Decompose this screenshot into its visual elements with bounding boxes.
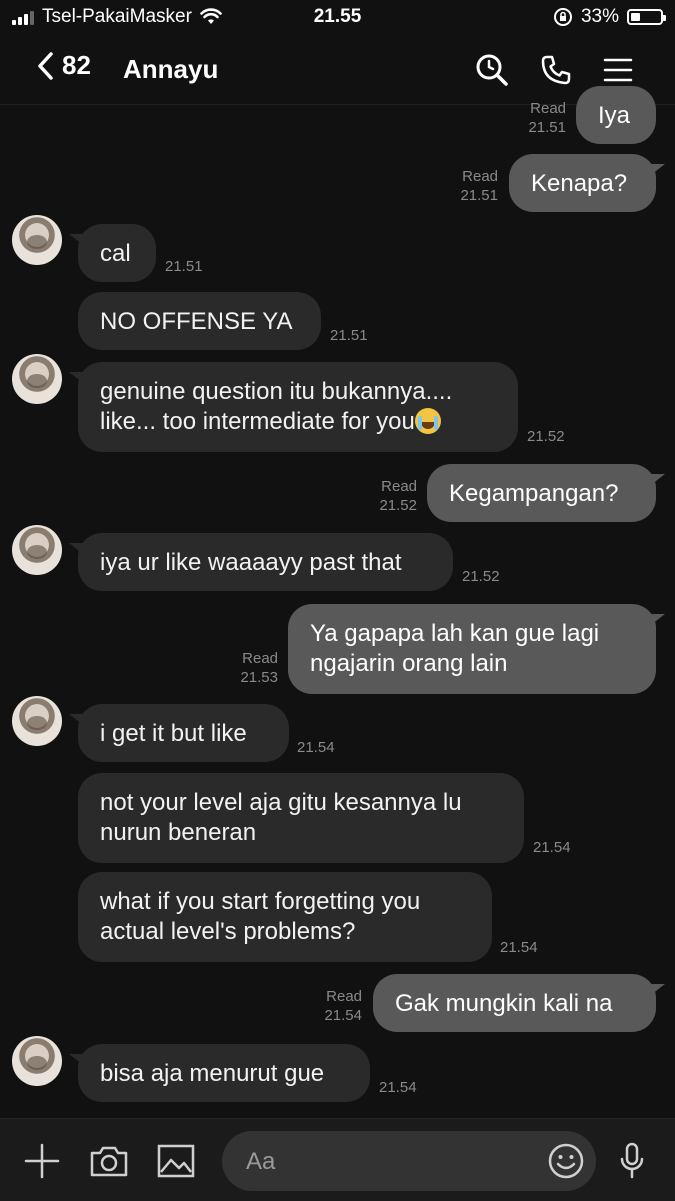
message-text: actual level's problems? (100, 918, 356, 945)
message-time: 21.54 (297, 739, 335, 756)
message-time: 21.53 (240, 669, 278, 686)
message-meta: Read 21.51 (514, 99, 566, 137)
outgoing-message[interactable]: Gak mungkin kali na (373, 974, 656, 1032)
message-time: 21.51 (165, 258, 203, 275)
smiley-icon (548, 1143, 584, 1179)
read-receipt: Read (530, 100, 566, 117)
incoming-message[interactable]: genuine question itu bukannya.... like..… (78, 362, 518, 452)
message-text: Iya (598, 102, 631, 129)
avatar[interactable] (12, 215, 62, 265)
call-button[interactable] (536, 50, 576, 90)
image-icon (157, 1144, 195, 1178)
message-time: 21.54 (379, 1079, 417, 1096)
message-text: iya ur like waaaayy past that (100, 549, 402, 576)
message-text: like... too intermediate for you (100, 408, 415, 435)
camera-icon (90, 1146, 128, 1177)
status-bar: Tsel-PakaiMasker 21.55 33% (0, 0, 675, 36)
camera-button[interactable] (87, 1139, 131, 1183)
outgoing-message[interactable]: Kenapa? (509, 154, 656, 212)
outgoing-message[interactable]: Kegampangan? (427, 464, 656, 522)
incoming-message[interactable]: NO OFFENSE YA (78, 292, 321, 350)
message-text: i get it but like (100, 720, 247, 747)
message-meta: Read 21.54 (310, 987, 362, 1025)
message-text: genuine question itu bukannya.... (100, 378, 453, 405)
message-time: 21.54 (500, 939, 538, 956)
message-input-wrapper (222, 1131, 596, 1191)
message-time: 21.52 (379, 497, 417, 514)
search-button[interactable] (472, 50, 512, 90)
gallery-button[interactable] (154, 1139, 198, 1183)
battery-percent: 33% (580, 6, 619, 27)
message-text: ngajarin orang lain (310, 650, 508, 677)
message-text: Kenapa? (531, 170, 628, 197)
message-time: 21.51 (460, 187, 498, 204)
message-time: 21.51 (528, 119, 566, 136)
message-text: Ya gapapa lah kan gue lagi (310, 620, 600, 647)
phone-icon (541, 55, 571, 85)
message-text: Gak mungkin kali na (395, 990, 613, 1017)
back-button[interactable]: 82 (36, 50, 91, 81)
plus-icon (24, 1143, 60, 1179)
incoming-message[interactable]: not your level aja gitu kesannya lu nuru… (78, 773, 524, 863)
avatar[interactable] (12, 696, 62, 746)
message-input[interactable] (244, 1143, 548, 1181)
message-text: Kegampangan? (449, 480, 619, 507)
message-time: 21.54 (533, 839, 571, 856)
message-time: 21.51 (330, 327, 368, 344)
loudly-crying-face-emoji (414, 408, 441, 434)
unread-count: 82 (62, 50, 91, 80)
chat-header: 82 Annayu (0, 36, 675, 105)
message-meta: Read 21.52 (365, 477, 417, 515)
read-receipt: Read (242, 650, 278, 667)
message-text: NO OFFENSE YA (100, 308, 293, 335)
avatar[interactable] (12, 354, 62, 404)
incoming-message[interactable]: i get it but like (78, 704, 289, 762)
chat-title: Annayu (123, 54, 219, 84)
message-text: what if you start forgetting you (100, 888, 421, 915)
battery-icon (627, 9, 666, 25)
status-right: 33% (553, 6, 666, 28)
emoji-button[interactable] (548, 1143, 584, 1179)
incoming-message[interactable]: bisa aja menurut gue (78, 1044, 370, 1102)
read-receipt: Read (462, 168, 498, 185)
message-text: nurun beneran (100, 819, 257, 846)
message-text: bisa aja menurut gue (100, 1060, 325, 1087)
message-time: 21.52 (527, 428, 565, 445)
microphone-icon (620, 1142, 644, 1179)
message-text: not your level aja gitu kesannya lu (100, 789, 462, 816)
incoming-message[interactable]: cal (78, 224, 156, 282)
chevron-left-icon (38, 51, 53, 80)
search-icon (476, 54, 508, 86)
message-text: cal (100, 240, 131, 267)
menu-icon (603, 58, 633, 82)
menu-button[interactable] (598, 50, 638, 90)
incoming-message[interactable]: iya ur like waaaayy past that (78, 533, 453, 591)
avatar[interactable] (12, 1036, 62, 1086)
message-meta: Read 21.51 (446, 167, 498, 205)
voice-button[interactable] (610, 1139, 654, 1183)
message-time: 21.52 (462, 568, 500, 585)
read-receipt: Read (381, 478, 417, 495)
read-receipt: Read (326, 988, 362, 1005)
add-button[interactable] (20, 1139, 64, 1183)
incoming-message[interactable]: what if you start forgetting you actual … (78, 872, 492, 962)
message-meta: Read 21.53 (226, 649, 278, 687)
rotation-lock-icon (553, 8, 572, 26)
outgoing-message[interactable]: Ya gapapa lah kan gue lagi ngajarin oran… (288, 604, 656, 694)
message-time: 21.54 (324, 1007, 362, 1024)
outgoing-message[interactable]: Iya (576, 86, 656, 144)
composer-bar (0, 1118, 675, 1201)
avatar[interactable] (12, 525, 62, 575)
